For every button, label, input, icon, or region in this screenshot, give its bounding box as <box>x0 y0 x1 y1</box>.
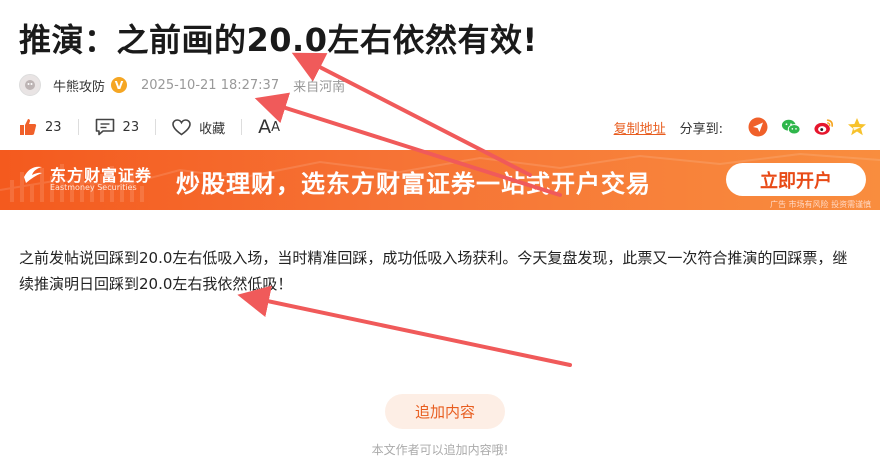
post-time: 2025-10-21 18:27:37 <box>141 77 280 93</box>
avatar-bull-icon <box>25 80 35 90</box>
eastmoney-logo-icon <box>24 166 42 183</box>
share-label: 分享到: <box>679 121 723 137</box>
divider <box>241 119 243 135</box>
add-content-note: 本文作者可以追加内容哦! <box>371 443 509 457</box>
wechat-icon <box>781 119 801 135</box>
post-location: 来自河南 <box>293 79 346 95</box>
post-content: 之前发帖说回踩到20.0左右低吸入场，当时精准回踩，成功低吸入场获利。今天复盘发… <box>19 249 848 293</box>
brand-english-name: Eastmoney Securities <box>50 183 137 192</box>
author-meta: 牛熊攻防 V 2025-10-21 18:27:37 来自河南 <box>19 72 345 98</box>
qzone-star-icon <box>848 118 866 136</box>
font-size-small: A <box>271 119 281 135</box>
add-content-button[interactable]: 追加内容 <box>385 394 505 429</box>
favorite-button[interactable]: 收藏 <box>172 118 225 137</box>
share-weibo-button[interactable] <box>814 117 834 137</box>
post-title: 推演：之前画的20.0左右依然有效! <box>19 21 538 59</box>
divider <box>155 119 157 135</box>
comment-count: 23 <box>122 119 140 135</box>
share-group: 复制地址 分享到: <box>614 117 867 137</box>
annotation-arrow-content <box>237 285 572 367</box>
banner-slogan: 炒股理财，选东方财富证券一站式开户交易 <box>176 170 651 198</box>
avatar[interactable] <box>19 74 41 96</box>
thumbs-up-icon <box>20 119 37 135</box>
like-count: 23 <box>45 119 62 135</box>
comment-icon <box>95 118 114 136</box>
share-toutiao-icon <box>748 117 768 137</box>
copy-link[interactable]: 复制地址 <box>614 118 666 137</box>
post-page: 推演：之前画的20.0左右依然有效! 牛熊攻防 V 2025-10-21 18:… <box>0 0 880 470</box>
share-wechat-button[interactable] <box>781 117 801 137</box>
font-size-button[interactable]: AA <box>258 116 280 138</box>
verified-badge: V <box>111 77 128 93</box>
weibo-icon <box>814 119 834 135</box>
open-account-button[interactable]: 立即开户 <box>726 163 866 196</box>
share-qzone-button[interactable] <box>847 117 867 137</box>
comment-button[interactable]: 23 <box>95 118 140 136</box>
favorite-label: 收藏 <box>199 121 226 137</box>
ad-disclaimer: 广告 市场有风险 投资需谨慎 <box>770 200 872 209</box>
share-toutiao-button[interactable] <box>748 117 768 137</box>
like-button[interactable]: 23 <box>19 118 62 136</box>
font-size-large: A <box>258 116 272 138</box>
action-bar: 23 23 收藏 AA 复制地址 分享到: <box>19 114 867 140</box>
heart-icon <box>172 118 191 135</box>
annotation-arrow-group <box>237 52 572 367</box>
divider <box>77 119 79 135</box>
author-name[interactable]: 牛熊攻防 <box>53 76 105 95</box>
